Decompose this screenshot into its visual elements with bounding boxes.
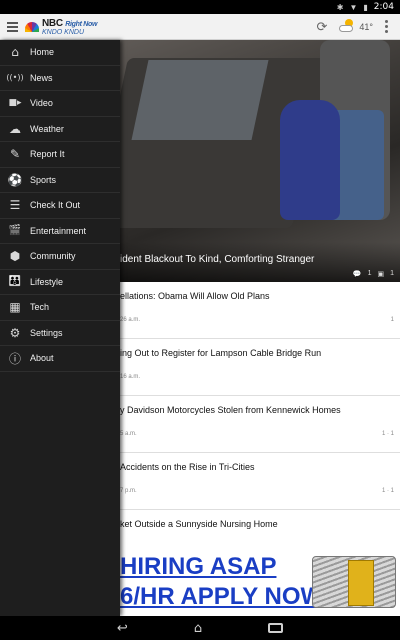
cash-band-image — [348, 560, 374, 606]
drawer-item-label: About — [30, 353, 54, 364]
broadcast-icon: ((•)) — [6, 73, 24, 83]
drawer-item-news[interactable]: ((•)) News — [0, 66, 120, 91]
list-item[interactable]: ing Out to Register for Lampson Cable Br… — [120, 339, 400, 396]
hero-comments: 1 — [367, 270, 372, 277]
brand-sub: Right Now — [65, 20, 98, 28]
drawer-item-tech[interactable]: ▦ Tech — [0, 295, 120, 321]
overflow-menu-icon[interactable] — [385, 20, 388, 33]
story-title: ellations: Obama Will Allow Old Plans — [120, 291, 270, 301]
drawer-item-label: News — [30, 72, 53, 83]
story-meta: 1 · 1 — [381, 431, 394, 437]
clapperboard-icon: 🎬 — [8, 225, 22, 237]
hamburger-menu-icon[interactable] — [2, 14, 22, 40]
drawer-item-label: Tech — [30, 302, 50, 313]
story-meta: 1 · 1 — [381, 488, 394, 494]
recent-apps-icon[interactable] — [268, 623, 284, 633]
banner-ad[interactable]: HIRING ASAP 6/HR APPLY NOW — [120, 550, 400, 616]
temperature: 41° — [359, 21, 373, 32]
pencil-icon: ✎ — [9, 147, 21, 162]
drawer-item-weather[interactable]: ☁ Weather — [0, 117, 120, 142]
home-icon: ⌂ — [11, 45, 19, 60]
photo-person — [280, 100, 340, 220]
hero-story[interactable]: ident Blackout To Kind, Comforting Stran… — [120, 40, 400, 282]
drawer-item-label: Settings — [30, 327, 63, 338]
story-title: y Davidson Motorcycles Stolen from Kenne… — [120, 405, 341, 415]
story-time: 5 a.m. — [120, 431, 137, 437]
home-button-icon[interactable]: ⌂ — [194, 621, 202, 636]
navigation-drawer: ⌂ Home ((•)) News ■▸ Video ☁ Weather ✎ R… — [0, 40, 120, 616]
photo-icon: ▣ — [377, 271, 385, 278]
briefcase-icon: ▦ — [9, 300, 21, 315]
list-item[interactable]: y Davidson Motorcycles Stolen from Kenne… — [120, 396, 400, 453]
photo-windshield — [131, 60, 269, 140]
refresh-icon[interactable]: ⟳ — [316, 19, 327, 35]
weather-button[interactable]: 41° — [339, 18, 373, 32]
list-item[interactable]: Accidents on the Rise in Tri-Cities 7 p.… — [120, 453, 400, 510]
brand-tag: KNDO KNDU — [42, 28, 85, 36]
action-bar: NBC Right Now KNDO KNDU ⟳ 41° — [0, 14, 400, 40]
drawer-item-label: Entertainment — [30, 225, 87, 236]
nbc-logo: NBC Right Now KNDO KNDU — [25, 14, 97, 40]
cube-icon: ⬢ — [9, 249, 21, 264]
ad-line-2: 6/HR APPLY NOW — [120, 583, 324, 610]
drawer-item-label: Check It Out — [30, 200, 81, 211]
partly-cloudy-icon — [339, 18, 355, 32]
drawer-item-label: Weather — [30, 123, 64, 134]
drawer-item-check-it-out[interactable]: ☰ Check It Out — [0, 193, 120, 219]
wifi-icon: ▼ — [349, 2, 358, 12]
comment-icon: 💬 — [352, 271, 362, 278]
story-meta: 1 — [390, 317, 394, 323]
list-item[interactable]: ellations: Obama Will Allow Old Plans 26… — [120, 282, 400, 339]
info-icon: ⓘ — [8, 351, 21, 366]
system-nav-bar: ↩ ⌂ — [0, 616, 400, 640]
drawer-item-video[interactable]: ■▸ Video — [0, 91, 120, 117]
drawer-item-home[interactable]: ⌂ Home — [0, 40, 120, 66]
story-title: ing Out to Register for Lampson Cable Br… — [120, 348, 322, 358]
drawer-item-label: Sports — [30, 174, 57, 185]
list-icon: ☰ — [9, 198, 21, 213]
drawer-item-about[interactable]: ⓘ About — [0, 346, 120, 372]
video-camera-icon: ■▸ — [8, 98, 22, 109]
drawer-item-community[interactable]: ⬢ Community — [0, 244, 120, 270]
story-title: Accidents on the Rise in Tri-Cities — [120, 462, 255, 472]
ad-line-1: HIRING ASAP — [120, 553, 277, 580]
back-icon[interactable]: ↩ — [117, 621, 128, 636]
drawer-item-label: Community — [30, 251, 76, 262]
clock: 2:04 — [373, 2, 394, 12]
story-time: 7 p.m. — [120, 488, 137, 494]
brand-name: NBC — [42, 17, 63, 29]
drawer-item-label: Lifestyle — [30, 276, 64, 287]
news-feed: ident Blackout To Kind, Comforting Stran… — [120, 40, 400, 616]
peacock-icon — [25, 21, 39, 32]
drawer-item-settings[interactable]: ⚙ Settings — [0, 321, 120, 346]
drawer-item-sports[interactable]: ⚽ Sports — [0, 168, 120, 193]
family-icon: 👪 — [8, 276, 22, 288]
drawer-item-label: Home — [30, 47, 55, 58]
story-time: 16 a.m. — [120, 374, 141, 380]
weather-icon: ☁ — [9, 121, 21, 136]
sports-ball-icon: ⚽ — [7, 172, 23, 187]
drawer-item-lifestyle[interactable]: 👪 Lifestyle — [0, 270, 120, 295]
drawer-item-label: Video — [30, 98, 53, 109]
hero-meta: 💬 1 ▣ 1 — [353, 270, 394, 278]
hero-photos: 1 — [390, 270, 394, 277]
drawer-item-label: Report It — [30, 149, 65, 160]
bluetooth-icon: ✱ — [336, 2, 344, 12]
drawer-item-report-it[interactable]: ✎ Report It — [0, 142, 120, 168]
story-title: ket Outside a Sunnyside Nursing Home — [120, 519, 278, 529]
story-time: 26 a.m. — [120, 317, 141, 323]
gear-icon: ⚙ — [9, 325, 21, 340]
status-bar: ✱ ▼ ▮ 2:04 — [0, 0, 400, 14]
drawer-item-entertainment[interactable]: 🎬 Entertainment — [0, 219, 120, 244]
battery-icon: ▮ — [363, 2, 368, 12]
